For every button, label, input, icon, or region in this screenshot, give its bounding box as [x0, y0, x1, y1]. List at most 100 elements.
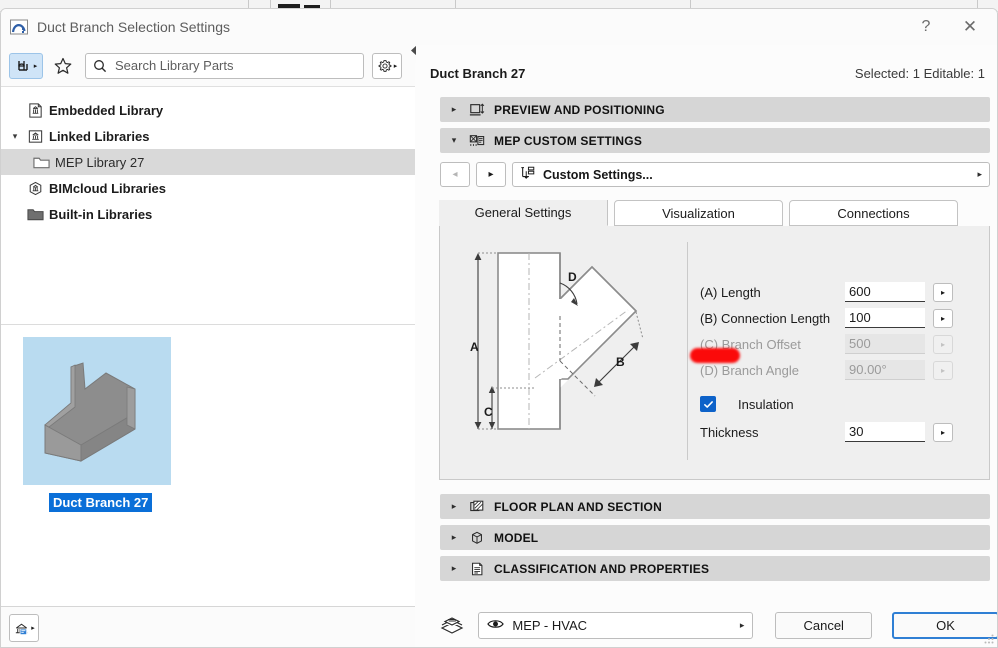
preview-item-label: Duct Branch 27 [49, 493, 153, 512]
next-setting-button[interactable]: ▸ [476, 162, 506, 187]
tree-twisty[interactable]: ▾ [7, 131, 23, 142]
library-tree: Embedded Library ▾ Linked Libraries MEP … [1, 86, 415, 324]
selection-info: Selected: 1 Editable: 1 [854, 65, 985, 81]
parameter-row-length: (A) Length ▸ [700, 279, 980, 305]
tree-item-builtin-libraries[interactable]: Built-in Libraries [1, 201, 415, 227]
tree-item-linked-libraries[interactable]: ▾ Linked Libraries [1, 123, 415, 149]
section-title: MODEL [494, 530, 539, 545]
library-bottom-toolbar: ▸ [1, 606, 415, 647]
parameter-label: (D) Branch Angle [700, 362, 799, 378]
parameter-row-connection-length: (B) Connection Length ▸ [700, 305, 980, 331]
thickness-stepper-caret-icon[interactable]: ▸ [933, 422, 953, 442]
tree-item-label: Built-in Libraries [49, 206, 153, 222]
svg-text:D: D [568, 270, 577, 284]
previous-setting-button[interactable]: ◂ [440, 162, 470, 187]
section-floor-plan-and-section[interactable]: ▸ FLOOR PLAN AND SECTION [440, 494, 990, 519]
svg-text:C: C [484, 405, 493, 419]
search-input[interactable] [113, 57, 353, 74]
custom-settings-icon [520, 165, 536, 184]
layer-caret-icon[interactable]: ▸ [740, 620, 745, 631]
tree-item-label: BIMcloud Libraries [49, 180, 167, 196]
linked-library-icon [23, 128, 47, 145]
red-highlight-annotation [690, 348, 740, 363]
custom-settings-label: Custom Settings... [543, 167, 653, 182]
svg-text:A: A [470, 340, 479, 354]
search-icon [94, 59, 107, 72]
parameter-fields: (A) Length ▸ (B) Connection Length ▸ (C)… [700, 279, 980, 445]
browse-caret-icon: ▸ [33, 62, 38, 70]
object-name: Duct Branch 27 [430, 65, 526, 81]
library-manager-button[interactable]: ▸ [9, 614, 39, 642]
layers-icon [438, 614, 466, 636]
document-icon [466, 561, 488, 577]
dialog-footer: MEP - HVAC ▸ Cancel OK [416, 601, 997, 647]
dialog-titlebar: Duct Branch Selection Settings ? ✕ [1, 9, 997, 45]
folder-icon [29, 154, 53, 171]
embedded-library-icon [23, 102, 47, 119]
section-expand-arrow[interactable]: ▸ [448, 563, 460, 574]
section-expand-arrow[interactable]: ▸ [448, 104, 460, 115]
dialog-title: Duct Branch Selection Settings [37, 19, 230, 35]
search-box[interactable] [85, 52, 364, 79]
thickness-input[interactable] [845, 422, 925, 442]
section-title: MEP CUSTOM SETTINGS [494, 133, 643, 148]
checkmark-icon [703, 400, 713, 408]
layer-selector[interactable]: MEP - HVAC ▸ [478, 611, 754, 639]
preview-thumbnail-wrapper[interactable]: Duct Branch 27 [23, 337, 171, 512]
custom-settings-field[interactable]: Custom Settings... ▸ [512, 162, 990, 187]
svg-text:B: B [616, 355, 625, 369]
section-title: CLASSIFICATION AND PROPERTIES [494, 561, 710, 576]
duct-branch-thumbnail[interactable] [23, 337, 171, 485]
tree-item-label: MEP Library 27 [55, 154, 145, 170]
library-preview-pane: Duct Branch 27 [1, 324, 415, 606]
tab-visualization[interactable]: Visualization [614, 200, 783, 226]
section-model[interactable]: ▸ MODEL [440, 525, 990, 550]
settings-tabs: General Settings Visualization Connectio… [439, 200, 990, 226]
library-settings-button[interactable]: ▸ [372, 52, 402, 79]
tree-item-bimcloud-libraries[interactable]: BIMcloud Libraries [1, 175, 415, 201]
thickness-label: Thickness [700, 424, 759, 440]
tree-item-embedded-library[interactable]: Embedded Library [1, 97, 415, 123]
custom-settings-navigator: ◂ ▸ Custom Settings... ▸ [440, 161, 990, 188]
custom-settings-caret-icon[interactable]: ▸ [977, 169, 982, 180]
branch-offset-input [845, 334, 925, 354]
bimcloud-library-icon [23, 180, 47, 197]
library-manager-caret-icon: ▸ [31, 625, 35, 632]
help-button[interactable]: ? [911, 13, 941, 41]
cancel-button[interactable]: Cancel [775, 611, 872, 639]
length-input[interactable] [845, 282, 925, 302]
section-expand-arrow[interactable]: ▸ [448, 501, 460, 512]
insulation-checkbox-row[interactable]: Insulation [700, 389, 980, 419]
tree-item-mep-library-27[interactable]: MEP Library 27 [1, 149, 415, 175]
resize-grip[interactable] [983, 633, 995, 645]
library-manager-icon [16, 623, 28, 635]
settings-panel: Duct Branch 27 Selected: 1 Editable: 1 ▸… [416, 45, 997, 647]
length-stepper-caret-icon[interactable]: ▸ [933, 282, 953, 302]
mep-settings-icon [466, 133, 488, 149]
duct-branch-3d-model [44, 362, 136, 462]
section-collapse-arrow[interactable]: ▾ [448, 135, 460, 146]
general-settings-panel: A C B D (A) Length 600 ▸ (B) Connection … [439, 226, 990, 480]
tab-connections[interactable]: Connections [789, 200, 958, 226]
section-classification-and-properties[interactable]: ▸ CLASSIFICATION AND PROPERTIES [440, 556, 990, 581]
favorites-button[interactable] [50, 53, 76, 79]
insulation-label: Insulation [738, 396, 794, 412]
archicad-object-icon [9, 17, 29, 37]
insulation-checkbox[interactable] [700, 396, 716, 412]
section-preview-and-positioning[interactable]: ▸ PREVIEW AND POSITIONING [440, 97, 990, 122]
parameter-label: (A) Length [700, 284, 761, 300]
parameter-row-branch-angle: (D) Branch Angle ▸ [700, 357, 980, 383]
tab-general-settings[interactable]: General Settings [439, 200, 608, 226]
section-mep-custom-settings[interactable]: ▾ MEP CUSTOM SETTINGS [440, 128, 990, 153]
builtin-library-icon [23, 206, 47, 223]
connection-length-stepper-caret-icon[interactable]: ▸ [933, 308, 953, 328]
floor-plan-icon [466, 499, 488, 515]
browse-library-parts-button[interactable]: ▸ [9, 52, 43, 79]
gear-caret-icon: ▸ [393, 62, 398, 70]
branch-offset-stepper-caret-icon: ▸ [933, 334, 953, 354]
connection-length-input[interactable] [845, 308, 925, 328]
library-search-toolbar: ▸ ▸ [1, 45, 415, 86]
section-expand-arrow[interactable]: ▸ [448, 532, 460, 543]
cube-icon [466, 530, 488, 546]
close-button[interactable]: ✕ [955, 13, 985, 41]
